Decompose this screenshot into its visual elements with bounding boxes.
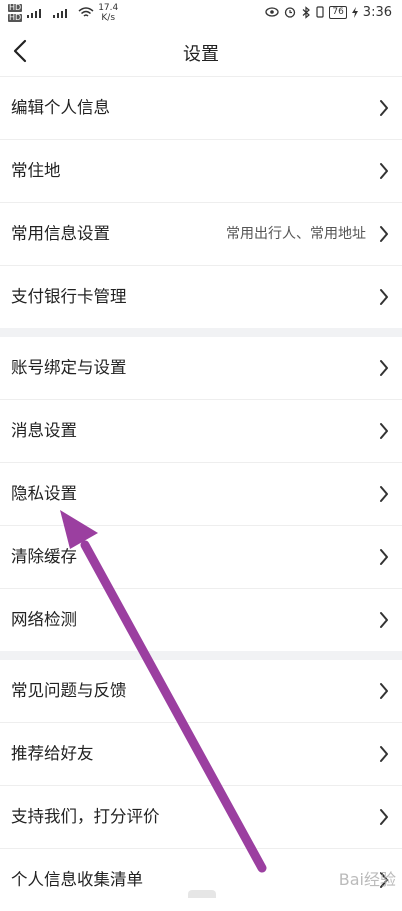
status-time: 3:36 <box>362 4 392 20</box>
sim2-label: HD <box>8 13 23 22</box>
row-label: 常见问题与反馈 <box>11 681 127 700</box>
nav-header: 设置 <box>0 26 402 77</box>
chevron-right-icon <box>380 360 388 376</box>
row-label: 支持我们，打分评价 <box>11 807 160 826</box>
chevron-right-icon <box>380 486 388 502</box>
settings-group-app: 账号绑定与设置 消息设置 隐私设置 清除缓存 网络检测 <box>0 337 402 651</box>
row-faq-feedback[interactable]: 常见问题与反馈 <box>0 660 402 723</box>
row-message-settings[interactable]: 消息设置 <box>0 400 402 463</box>
row-label: 常住地 <box>11 161 61 180</box>
row-value: 常用出行人、常用地址 <box>226 226 366 242</box>
net-speed-unit: K/s <box>101 13 116 23</box>
wifi-icon <box>78 7 94 17</box>
chevron-right-icon <box>380 683 388 699</box>
row-recommend-friends[interactable]: 推荐给好友 <box>0 723 402 786</box>
status-right: 76 3:36 <box>265 0 392 24</box>
chevron-right-icon <box>380 423 388 439</box>
row-network-check[interactable]: 网络检测 <box>0 589 402 651</box>
settings-group-account-info: 编辑个人信息 常住地 常用信息设置 常用出行人、常用地址 支付银行卡管理 <box>0 77 402 328</box>
chevron-right-icon <box>380 809 388 825</box>
row-label: 隐私设置 <box>11 484 77 503</box>
battery-level: 76 <box>329 5 347 19</box>
row-bank-card[interactable]: 支付银行卡管理 <box>0 266 402 328</box>
row-label: 编辑个人信息 <box>11 98 110 117</box>
row-label: 常用信息设置 <box>11 224 110 243</box>
row-rate-us[interactable]: 支持我们，打分评价 <box>0 786 402 849</box>
chevron-right-icon <box>380 612 388 628</box>
charging-icon <box>351 6 358 18</box>
sim-labels: HD HD <box>8 3 23 22</box>
chevron-right-icon <box>380 100 388 116</box>
page-title: 设置 <box>183 44 219 65</box>
row-common-info[interactable]: 常用信息设置 常用出行人、常用地址 <box>0 203 402 266</box>
chevron-right-icon <box>380 549 388 565</box>
group-separator <box>0 651 402 660</box>
row-edit-profile[interactable]: 编辑个人信息 <box>0 77 402 140</box>
chevron-right-icon <box>380 746 388 762</box>
signal-indicators: HD HD 17.4 K/s <box>8 2 118 24</box>
net-speed-value: 17.4 <box>98 3 119 13</box>
chevron-right-icon <box>380 226 388 242</box>
row-label: 个人信息收集清单 <box>11 870 143 889</box>
status-bar: HD HD 17.4 K/s 76 3:36 <box>0 0 402 26</box>
alarm-icon <box>285 7 296 18</box>
scroll-hint-tab <box>188 890 216 898</box>
row-privacy-settings[interactable]: 隐私设置 <box>0 463 402 526</box>
row-account-binding[interactable]: 账号绑定与设置 <box>0 337 402 400</box>
signal-icon <box>27 9 42 18</box>
net-speed: 17.4 K/s <box>98 3 118 23</box>
signal-icon-2 <box>53 9 68 18</box>
row-label: 网络检测 <box>11 610 77 629</box>
row-label: 账号绑定与设置 <box>11 358 127 377</box>
chevron-right-icon <box>380 289 388 305</box>
chevron-right-icon <box>380 163 388 179</box>
watermark: Bai经验 <box>338 870 396 889</box>
row-label: 推荐给好友 <box>11 744 94 763</box>
bluetooth-icon <box>302 5 311 19</box>
vibrate-icon <box>316 6 324 18</box>
row-label: 支付银行卡管理 <box>11 287 127 306</box>
sim1-label: HD <box>8 3 23 12</box>
row-label: 消息设置 <box>11 421 77 440</box>
row-clear-cache[interactable]: 清除缓存 <box>0 526 402 589</box>
eye-icon <box>265 7 279 17</box>
group-separator <box>0 328 402 337</box>
row-residence[interactable]: 常住地 <box>0 140 402 203</box>
row-label: 清除缓存 <box>11 547 77 566</box>
